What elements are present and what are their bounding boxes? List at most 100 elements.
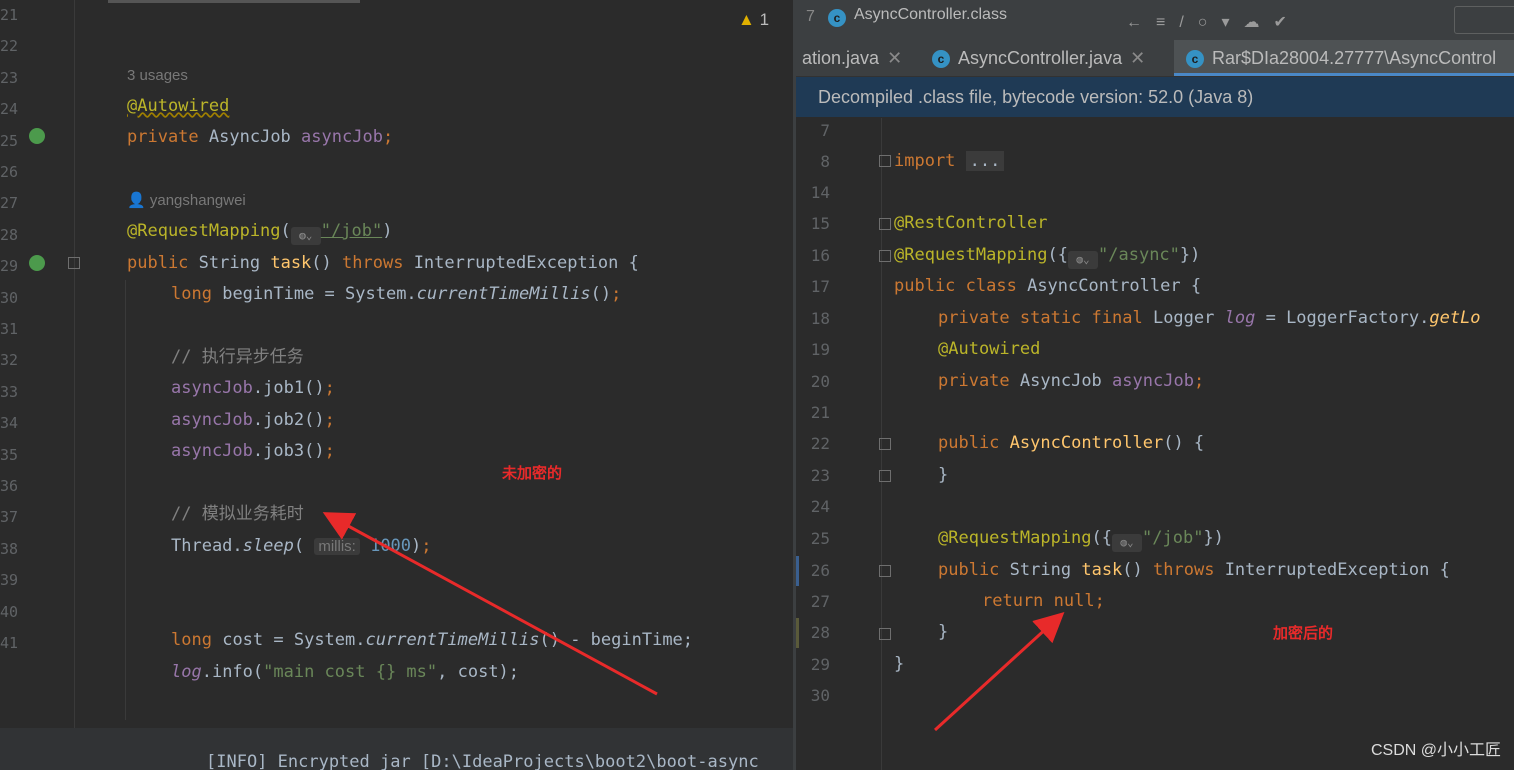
line-number: 22 [0, 37, 19, 56]
line-number: 23 [810, 466, 830, 485]
line-number: 40 [0, 602, 19, 621]
import-fold[interactable]: ... [965, 151, 1005, 171]
fold-icon[interactable] [879, 250, 891, 262]
method-request-mapping: @RequestMapping({◍⌄ "/job"}) [938, 523, 1224, 554]
line-number: 24 [810, 497, 830, 516]
line-number: 32 [0, 351, 19, 370]
tab-asynccontroller-java[interactable]: c AsyncController.java ✕ [932, 40, 1145, 76]
class-request-mapping: @RequestMapping({◍⌄ "/async"}) [894, 240, 1200, 271]
tab-decompiled-class[interactable]: c Rar$DIa28004.27777\AsyncControl [1174, 40, 1514, 76]
fold-icon[interactable] [879, 628, 891, 640]
autowired-annotation: @Autowired [938, 339, 1041, 359]
fold-icon[interactable] [879, 565, 891, 577]
comment-async: // 执行异步任务 [171, 347, 304, 367]
task-method-decl: public String task() throws InterruptedE… [938, 560, 1450, 580]
close-icon[interactable]: ✕ [887, 48, 902, 68]
toolbar-icons[interactable]: ←≡/○▾☁✔ [1126, 12, 1301, 32]
warning-count: 1 [759, 10, 770, 29]
line-number: 38 [0, 539, 19, 558]
usages-hint[interactable]: 3 usages [127, 60, 188, 91]
cost-line: long cost = System.currentTimeMillis() -… [171, 630, 694, 650]
sleep-line: Thread.sleep( millis: 1000); [171, 536, 432, 556]
line-number: 41 [0, 634, 19, 652]
decompiled-class-window[interactable]: 7 c AsyncController.class ←≡/○▾☁✔ ation.… [793, 0, 1514, 770]
logger-field: private static final Logger log = Logger… [938, 308, 1481, 328]
line-number: 7 [820, 121, 830, 140]
line-number: 34 [0, 414, 19, 433]
close-icon[interactable]: ✕ [1130, 48, 1145, 68]
line-number: 39 [0, 571, 19, 590]
line-number: 27 [0, 194, 19, 213]
line-number: 26 [0, 163, 19, 181]
line-number: 17 [810, 277, 830, 296]
web-icon[interactable]: ◍⌄ [1112, 534, 1143, 552]
csdn-watermark: CSDN @小小工匠 [1370, 742, 1501, 759]
fold-icon[interactable] [879, 218, 891, 230]
line-number: 28 [0, 225, 19, 244]
line-number: 18 [810, 309, 830, 328]
fold-icon[interactable] [879, 155, 891, 167]
log-line: log.info("main cost {} ms", cost); [171, 662, 520, 682]
author-hint[interactable]: 👤 yangshangwei [127, 185, 246, 216]
line-number: 37 [0, 508, 19, 527]
request-mapping-line: @RequestMapping(◍⌄ "/job") [127, 216, 392, 247]
unencrypted-label: 未加密的 [502, 465, 563, 482]
begin-time-line: long beginTime = System.currentTimeMilli… [171, 284, 622, 304]
line-number: 21 [0, 6, 19, 24]
user-icon: 👤 [127, 192, 146, 209]
line-number: 22 [810, 434, 830, 453]
left-gutter [74, 0, 75, 728]
line-number: 23 [0, 68, 19, 87]
web-icon[interactable]: ◍⌄ [1068, 251, 1099, 269]
warning-icon: ▲ [738, 10, 755, 29]
constructor-decl: public AsyncController() { [938, 433, 1205, 453]
line-number: 15 [810, 214, 830, 233]
menu-icon[interactable]: ≡ [1156, 14, 1179, 31]
left-editor-pane[interactable]: ▲ 1 21 22 23 24 25 26 27 28 29 30 31 32 33 34 35 36 37 38… [0, 0, 793, 728]
job2-call: asyncJob.job2(); [171, 410, 335, 430]
line-number: 36 [0, 477, 19, 495]
job3-call: asyncJob.job3(); [171, 441, 335, 461]
line-number: 28 [810, 623, 830, 642]
slash-icon[interactable]: / [1179, 14, 1197, 31]
search-icon[interactable]: ○ [1198, 14, 1222, 31]
tab-application-java[interactable]: ation.java ✕ [802, 40, 902, 76]
class-icon: c [932, 50, 950, 68]
line-number: 20 [810, 372, 830, 391]
line-number: 14 [810, 183, 830, 202]
back-icon[interactable]: ← [1126, 14, 1156, 31]
web-icon[interactable]: ◍⌄ [290, 227, 321, 245]
filter-icon[interactable]: ▾ [1221, 14, 1243, 31]
top-scroll-thumb[interactable] [108, 0, 360, 3]
console-output: [INFO] Encrypted jar [D:\IdeaProjects\bo… [206, 752, 759, 770]
user-icon[interactable]: ☁ [1244, 14, 1274, 31]
line-number: 8 [820, 152, 830, 171]
fold-icon[interactable] [879, 470, 891, 482]
line-number: 33 [0, 382, 19, 401]
line-number: 35 [0, 445, 19, 464]
fold-icon[interactable] [68, 257, 80, 269]
class-icon: c [828, 9, 846, 27]
line-number: 21 [810, 403, 830, 422]
method-signature: public String task() throws InterruptedE… [127, 253, 639, 273]
check-icon[interactable]: ✔ [1274, 14, 1301, 31]
line-number: 30 [0, 288, 19, 307]
window-titlebar[interactable]: 7 c AsyncController.class ←≡/○▾☁✔ [796, 0, 1514, 40]
line-number: 26 [810, 561, 830, 580]
fold-icon[interactable] [879, 438, 891, 450]
rest-controller-annotation: @RestController [894, 213, 1048, 233]
line-number: 25 [810, 529, 830, 548]
job1-call: asyncJob.job1(); [171, 378, 335, 398]
endpoint-navigation-icon[interactable] [29, 255, 45, 271]
indent-guide [125, 280, 126, 720]
encrypted-label: 加密后的 [1273, 625, 1334, 642]
import-line[interactable]: import ... [894, 146, 1005, 177]
run-config-button[interactable] [1454, 6, 1514, 34]
asyncjob-field: private AsyncJob asyncJob; [938, 371, 1205, 391]
window-title: AsyncController.class [854, 6, 1007, 23]
bean-navigation-icon[interactable] [29, 128, 45, 144]
warning-indicator[interactable]: ▲ 1 [738, 10, 769, 30]
decompiled-banner: Decompiled .class file, bytecode version… [796, 77, 1514, 117]
line-number: 29 [0, 257, 19, 276]
param-hint: millis: [314, 538, 360, 555]
